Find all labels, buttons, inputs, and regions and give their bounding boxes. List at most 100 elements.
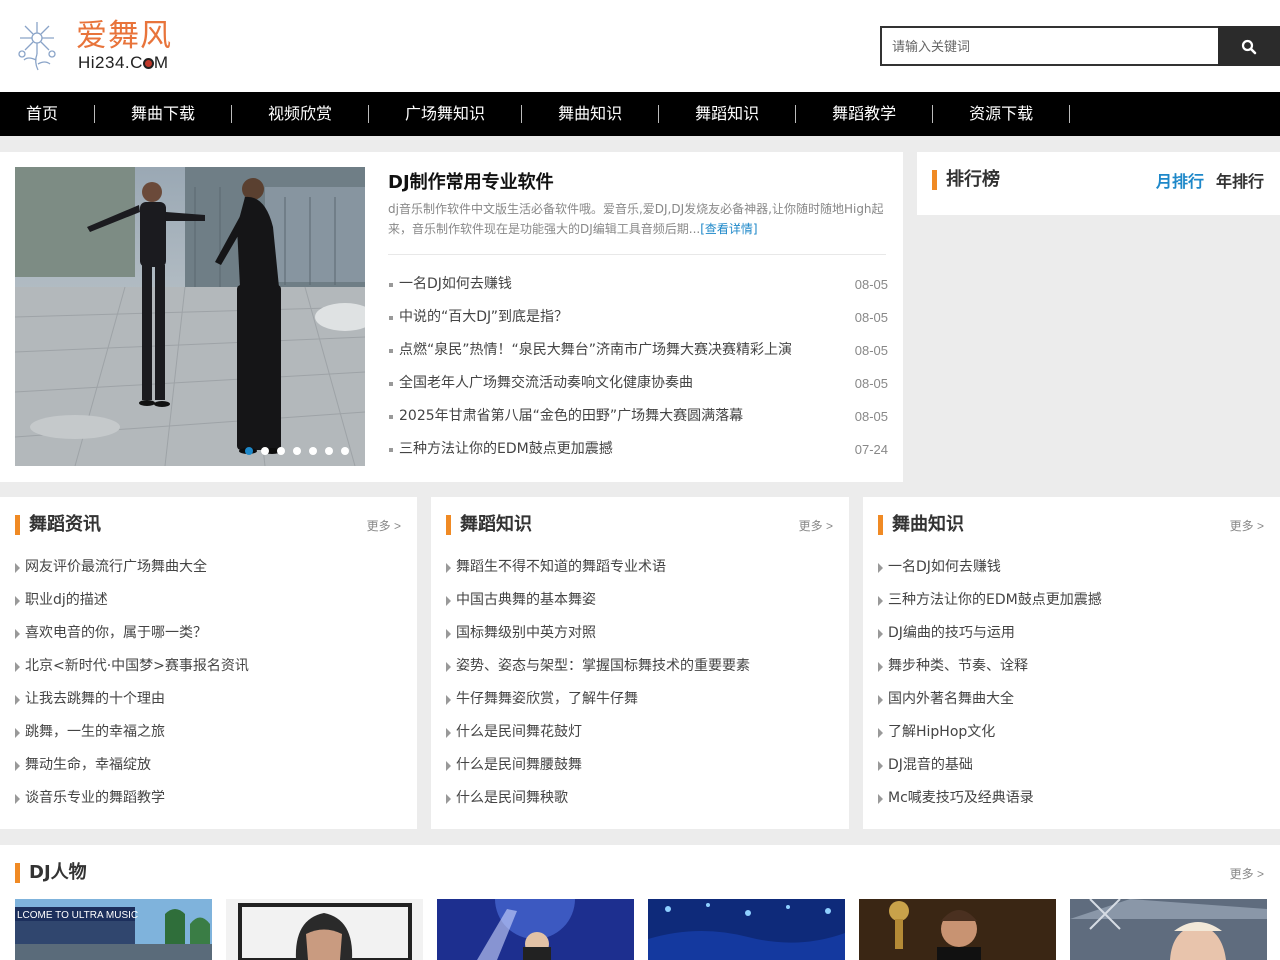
news-item[interactable]: 中说的“百大DJ”到底是指？ 08-05 [388,301,888,334]
list-item[interactable]: Mc喊麦技巧及经典语录 [877,782,1267,815]
list-item[interactable]: 什么是民间舞腰鼓舞 [445,749,835,782]
list-item[interactable]: 什么是民间舞秧歌 [445,782,835,815]
list-item[interactable]: 北京<新时代·中国梦>赛事报名资讯 [14,650,404,683]
more-link[interactable]: 更多 > [799,517,833,534]
list-item[interactable]: 网友评价最流行广场舞曲大全 [14,551,404,584]
list-item[interactable]: DJ混音的基础 [877,749,1267,782]
slider-dot[interactable] [245,447,253,455]
more-link[interactable]: 更多 > [367,517,401,534]
list-item[interactable]: DJ编曲的技巧与运用 [877,617,1267,650]
search-button[interactable] [1218,26,1280,66]
list-item[interactable]: 职业dj的描述 [14,584,404,617]
nav-item-square-dance[interactable]: 广场舞知识 [389,92,501,136]
list-item[interactable]: 国标舞级别中英方对照 [445,617,835,650]
nav-item-videos[interactable]: 视频欣赏 [252,92,348,136]
search-icon [1241,39,1257,55]
dj-thumbnail[interactable] [226,899,423,960]
main-nav: 首页 舞曲下载 视频欣赏 广场舞知识 舞曲知识 舞蹈知识 舞蹈教学 资源下载 [0,92,1280,136]
dj-thumbnail[interactable] [437,899,634,960]
view-details-link[interactable]: [查看详情] [700,222,757,236]
tab-yearly[interactable]: 年排行 [1216,172,1264,191]
list-item[interactable]: 了解HipHop文化 [877,716,1267,749]
news-item[interactable]: 点燃“泉民”热情！“泉民大舞台”济南市广场舞大赛决赛精彩上演 08-05 [388,334,888,367]
logo-record-icon [142,58,154,69]
news-item[interactable]: 三种方法让你的EDM鼓点更加震撼 07-24 [388,433,888,466]
list-item[interactable]: 跳舞，一生的幸福之旅 [14,716,404,749]
list-item[interactable]: 什么是民间舞花鼓灯 [445,716,835,749]
list-item[interactable]: 中国古典舞的基本舞姿 [445,584,835,617]
dj-photo [648,899,845,960]
dj-thumbnail[interactable]: LCOME TO ULTRA MUSIC [15,899,212,960]
dj-photo [1070,899,1267,960]
list-item[interactable]: 一名DJ如何去赚钱 [877,551,1267,584]
dj-photo [437,899,634,960]
latest-news-list: 一名DJ如何去赚钱 08-05 中说的“百大DJ”到底是指？ 08-05 点燃“泉民… [388,268,888,466]
site-header: 爱舞风 Hi234.C M [0,0,1280,92]
slider-dot[interactable] [261,447,269,455]
nav-divider [521,105,523,123]
ranking-title: 排行榜 [932,169,1000,191]
list-item[interactable]: 三种方法让你的EDM鼓点更加震撼 [877,584,1267,617]
nav-item-resources[interactable]: 资源下载 [953,92,1049,136]
column-title: 舞蹈知识 [446,514,532,536]
slider-dot[interactable] [341,447,349,455]
more-link[interactable]: 更多 > [1230,865,1264,882]
banner-text: LCOME TO ULTRA MUSIC [17,910,138,921]
nav-list: 首页 舞曲下载 视频欣赏 广场舞知识 舞曲知识 舞蹈知识 舞蹈教学 资源下载 [0,92,1280,136]
column-title: 舞蹈资讯 [15,514,101,536]
list-item[interactable]: 舞动生命，幸福绽放 [14,749,404,782]
nav-divider [231,105,233,123]
ranking-tabs: 月排行 年排行 [1144,168,1264,192]
list-item[interactable]: 舞步种类、节奏、诠释 [877,650,1267,683]
nav-item-dance-teaching[interactable]: 舞蹈教学 [816,92,912,136]
slider-dots [245,447,349,455]
featured-panel: DJ制作常用专业软件 dj音乐制作软件中文版生活必备软件哦。爱音乐,爱DJ,DJ… [0,152,903,482]
column-title: 舞曲知识 [878,514,964,536]
image-slider[interactable] [15,167,365,466]
list-item[interactable]: 谈音乐专业的舞蹈教学 [14,782,404,815]
slider-dot[interactable] [309,447,317,455]
list-item[interactable]: 让我去跳舞的十个理由 [14,683,404,716]
dj-people-section: DJ人物 更多 > LCOME TO ULTRA MUSIC [0,845,1280,960]
search-input[interactable] [880,26,1220,66]
news-item[interactable]: 全国老年人广场舞交流活动奏响文化健康协奏曲 08-05 [388,367,888,400]
slider-dot[interactable] [325,447,333,455]
featured-description: dj音乐制作软件中文版生活必备软件哦。爱音乐,爱DJ,DJ发烧友必备神器,让你随… [388,202,884,236]
list-item[interactable]: 牛仔舞舞姿欣赏，了解牛仔舞 [445,683,835,716]
section-title: DJ人物 [15,862,87,884]
nav-item-home[interactable]: 首页 [10,92,74,136]
nav-item-music-download[interactable]: 舞曲下载 [115,92,211,136]
nav-item-dance-knowledge[interactable]: 舞蹈知识 [679,92,775,136]
logo-text-cn: 爱舞风 [76,18,172,54]
list-item[interactable]: 姿势、姿态与架型：掌握国标舞技术的重要要素 [445,650,835,683]
list-item[interactable]: 喜欢电音的你，属于哪一类？ [14,617,404,650]
nav-divider [1069,105,1071,123]
more-link[interactable]: 更多 > [1230,517,1264,534]
site-logo[interactable]: 爱舞风 Hi234.C M [12,16,192,76]
slider-dot[interactable] [293,447,301,455]
dj-photo: LCOME TO ULTRA MUSIC [15,899,212,960]
column-music-knowledge: 舞曲知识 更多 > 一名DJ如何去赚钱 三种方法让你的EDM鼓点更加震撼 DJ编… [863,497,1280,829]
nav-item-music-knowledge[interactable]: 舞曲知识 [542,92,638,136]
article-list: 一名DJ如何去赚钱 三种方法让你的EDM鼓点更加震撼 DJ编曲的技巧与运用 舞步… [877,551,1267,815]
nav-divider [94,105,96,123]
tab-monthly[interactable]: 月排行 [1156,172,1204,191]
slider-dot[interactable] [277,447,285,455]
article-list: 网友评价最流行广场舞曲大全 职业dj的描述 喜欢电音的你，属于哪一类？ 北京<新… [14,551,404,815]
dj-thumbnail[interactable] [1070,899,1267,960]
search-bar [880,26,1280,66]
list-item[interactable]: 舞蹈生不得不知道的舞蹈专业术语 [445,551,835,584]
news-item[interactable]: 一名DJ如何去赚钱 08-05 [388,268,888,301]
slide-image [15,167,365,466]
featured-title[interactable]: DJ制作常用专业软件 [388,168,554,194]
dj-thumbnail[interactable] [859,899,1056,960]
dj-thumbnail[interactable] [648,899,845,960]
news-item[interactable]: 2025年甘肃省第八届“金色的田野”广场舞大赛圆满落幕 08-05 [388,400,888,433]
list-item[interactable]: 国内外著名舞曲大全 [877,683,1267,716]
column-dance-news: 舞蹈资讯 更多 > 网友评价最流行广场舞曲大全 职业dj的描述 喜欢电音的你，属… [0,497,417,829]
nav-divider [658,105,660,123]
nav-divider [932,105,934,123]
dj-photo [226,899,423,960]
column-dance-knowledge: 舞蹈知识 更多 > 舞蹈生不得不知道的舞蹈专业术语 中国古典舞的基本舞姿 国标舞… [431,497,849,829]
dj-photo [859,899,1056,960]
